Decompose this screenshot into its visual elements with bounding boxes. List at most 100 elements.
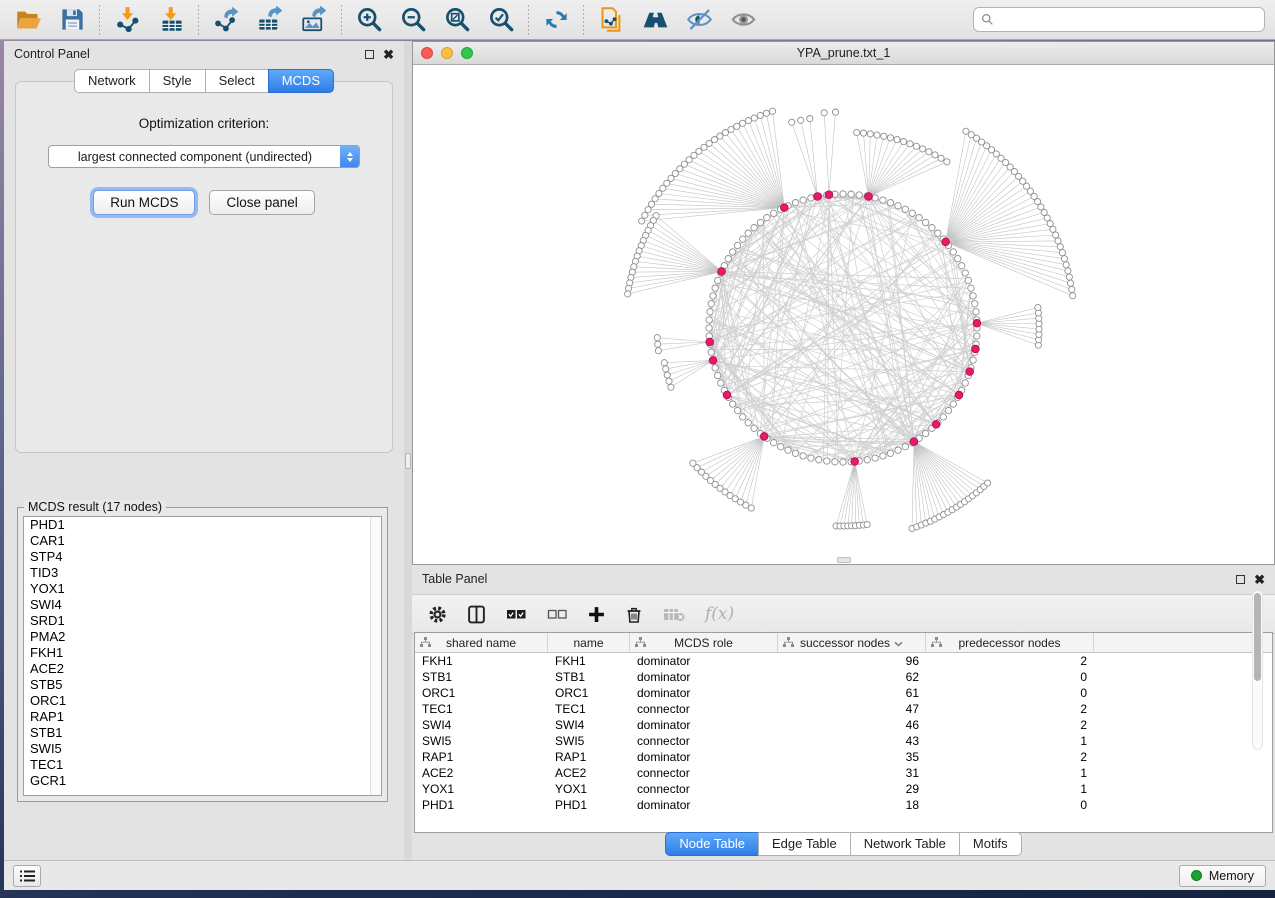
cell-mcds-role: dominator bbox=[630, 669, 778, 685]
tab-node-table[interactable]: Node Table bbox=[665, 832, 759, 856]
node-table-header-row: shared name nameMCDS rolesuccessor nodesp… bbox=[415, 633, 1272, 653]
mcds-result-item[interactable]: STB1 bbox=[24, 725, 381, 741]
table-row[interactable]: YOX1YOX1connector291 bbox=[415, 781, 1272, 797]
mcds-result-item[interactable]: FKH1 bbox=[24, 645, 381, 661]
toolbar-separator bbox=[583, 5, 584, 35]
table-row[interactable]: SWI4SWI4dominator462 bbox=[415, 717, 1272, 733]
column-header-predecessor-nodes[interactable]: predecessor nodes bbox=[926, 633, 1094, 652]
zoom-out-button[interactable] bbox=[395, 3, 431, 37]
tab-select[interactable]: Select bbox=[205, 69, 269, 93]
table-row[interactable]: PHD1PHD1dominator180 bbox=[415, 797, 1272, 813]
mcds-result-item[interactable]: ACE2 bbox=[24, 661, 381, 677]
hide-style-button[interactable] bbox=[681, 3, 717, 37]
mcds-result-item[interactable]: ORC1 bbox=[24, 693, 381, 709]
network-search-button[interactable] bbox=[637, 3, 673, 37]
table-scrollbar[interactable] bbox=[1252, 590, 1263, 750]
cell-mcds-role: dominator bbox=[630, 797, 778, 813]
search-icon bbox=[981, 13, 994, 26]
refresh-view-button[interactable] bbox=[538, 3, 574, 37]
table-row[interactable]: FKH1FKH1dominator962 bbox=[415, 653, 1272, 669]
column-header-successor-nodes[interactable]: successor nodes bbox=[778, 633, 926, 652]
memory-button[interactable]: Memory bbox=[1179, 865, 1266, 887]
mcds-list-scrollbar[interactable] bbox=[370, 517, 381, 795]
deselect-all-button[interactable] bbox=[547, 607, 568, 622]
tab-edge-table[interactable]: Edge Table bbox=[758, 832, 851, 856]
trash-icon bbox=[625, 605, 643, 624]
save-session-button[interactable] bbox=[54, 3, 90, 37]
zoom-in-button[interactable] bbox=[351, 3, 387, 37]
share-document-icon bbox=[598, 6, 625, 33]
cell-mcds-role: dominator bbox=[630, 717, 778, 733]
mcds-result-item[interactable]: TEC1 bbox=[24, 757, 381, 773]
close-panel-icon[interactable]: ✖ bbox=[1254, 573, 1265, 586]
column-header-name[interactable]: name bbox=[548, 633, 630, 652]
table-row[interactable]: ORC1ORC1dominator610 bbox=[415, 685, 1272, 701]
table-row[interactable]: STB1STB1dominator620 bbox=[415, 669, 1272, 685]
select-all-button[interactable] bbox=[506, 607, 527, 622]
zoom-fit-button[interactable] bbox=[439, 3, 475, 37]
show-all-button[interactable] bbox=[725, 3, 761, 37]
toolbar-separator bbox=[99, 5, 100, 35]
tab-network[interactable]: Network bbox=[74, 69, 150, 93]
column-header-shared-name[interactable]: shared name bbox=[415, 633, 548, 652]
table-row[interactable]: SWI5SWI5connector431 bbox=[415, 733, 1272, 749]
column-header-mcds-role[interactable]: MCDS role bbox=[630, 633, 778, 652]
function-builder-button[interactable]: f(x) bbox=[705, 604, 734, 624]
plus-icon bbox=[588, 606, 605, 623]
tab-mcds[interactable]: MCDS bbox=[268, 69, 334, 93]
mcds-result-item[interactable]: TID3 bbox=[24, 565, 381, 581]
float-panel-icon[interactable] bbox=[365, 50, 374, 59]
mcds-result-item[interactable]: SRD1 bbox=[24, 613, 381, 629]
network-title: YPA_prune.txt_1 bbox=[413, 46, 1274, 60]
cell-mcds-role: connector bbox=[630, 733, 778, 749]
splitter-handle[interactable] bbox=[405, 453, 411, 469]
mcds-result-item[interactable]: SWI4 bbox=[24, 597, 381, 613]
table-row[interactable]: TEC1TEC1connector472 bbox=[415, 701, 1272, 717]
tab-network-table[interactable]: Network Table bbox=[850, 832, 960, 856]
show-columns-button[interactable] bbox=[467, 605, 486, 624]
network-canvas[interactable] bbox=[413, 65, 1274, 564]
export-table-button[interactable] bbox=[252, 3, 288, 37]
shared-column-icon bbox=[635, 637, 646, 651]
delete-table-button[interactable] bbox=[663, 607, 685, 622]
mcds-result-item[interactable]: STP4 bbox=[24, 549, 381, 565]
table-row[interactable]: ACE2ACE2connector311 bbox=[415, 765, 1272, 781]
share-document-button[interactable] bbox=[593, 3, 629, 37]
mcds-result-item[interactable]: YOX1 bbox=[24, 581, 381, 597]
close-panel-button[interactable]: Close panel bbox=[209, 190, 314, 215]
column-label: shared name bbox=[446, 636, 516, 650]
tab-style[interactable]: Style bbox=[149, 69, 206, 93]
zoom-selected-button[interactable] bbox=[483, 3, 519, 37]
delete-row-button[interactable] bbox=[625, 605, 643, 624]
mcds-result-item[interactable]: CAR1 bbox=[24, 533, 381, 549]
import-table-button[interactable] bbox=[153, 3, 189, 37]
horizontal-splitter-handle[interactable] bbox=[837, 557, 851, 563]
table-scrollbar-thumb[interactable] bbox=[1254, 593, 1261, 681]
vertical-splitter[interactable] bbox=[404, 41, 412, 860]
select-all-icon bbox=[506, 607, 527, 622]
mcds-result-item[interactable]: RAP1 bbox=[24, 709, 381, 725]
gear-icon bbox=[428, 605, 447, 624]
mcds-result-item[interactable]: STB5 bbox=[24, 677, 381, 693]
open-file-button[interactable] bbox=[10, 3, 46, 37]
close-panel-icon[interactable]: ✖ bbox=[383, 48, 394, 61]
cell-shared-name: ACE2 bbox=[415, 765, 548, 781]
network-search-field[interactable] bbox=[973, 7, 1265, 32]
criterion-dropdown[interactable]: largest connected component (undirected) bbox=[48, 145, 360, 168]
mcds-result-item[interactable]: SWI5 bbox=[24, 741, 381, 757]
task-history-button[interactable] bbox=[13, 865, 41, 887]
mcds-result-item[interactable]: PMA2 bbox=[24, 629, 381, 645]
cell-successor-nodes: 47 bbox=[778, 701, 926, 717]
export-network-button[interactable] bbox=[208, 3, 244, 37]
import-network-button[interactable] bbox=[109, 3, 145, 37]
export-image-button[interactable] bbox=[296, 3, 332, 37]
mcds-result-item[interactable]: PHD1 bbox=[24, 517, 381, 533]
run-mcds-button[interactable]: Run MCDS bbox=[93, 190, 195, 215]
search-input[interactable] bbox=[999, 13, 1257, 27]
table-row[interactable]: RAP1RAP1dominator352 bbox=[415, 749, 1272, 765]
table-settings-button[interactable] bbox=[428, 605, 447, 624]
tab-motifs[interactable]: Motifs bbox=[959, 832, 1022, 856]
mcds-result-item[interactable]: GCR1 bbox=[24, 773, 381, 789]
add-row-button[interactable] bbox=[588, 606, 605, 623]
float-panel-icon[interactable] bbox=[1236, 575, 1245, 584]
